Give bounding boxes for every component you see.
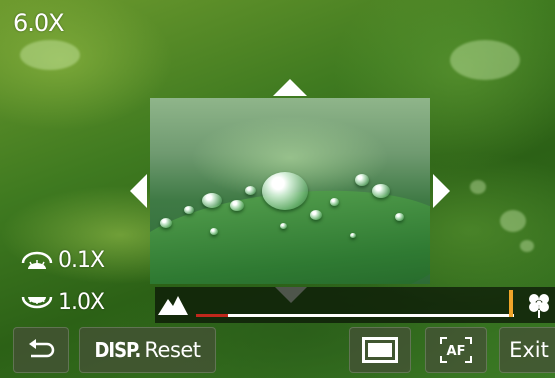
reset-button[interactable]: DISP. Reset: [79, 327, 216, 373]
magnification-icon: [21, 296, 53, 308]
frame-size-button[interactable]: [349, 327, 411, 373]
back-button[interactable]: [13, 327, 69, 373]
reset-label: Reset: [144, 338, 201, 362]
pan-up-arrow[interactable]: [273, 79, 307, 96]
pan-left-arrow[interactable]: [130, 174, 147, 208]
exit-button[interactable]: Exit: [499, 327, 555, 373]
return-icon: [29, 339, 55, 358]
zoom-level-readout: 6.0X: [13, 9, 65, 37]
magnification-value: 1.0X: [58, 290, 105, 315]
reduce-magnification-icon: [21, 251, 53, 269]
focus-track[interactable]: [196, 314, 514, 317]
focus-range-bar[interactable]: [155, 287, 555, 323]
magnification-reduce-row: 0.1X: [20, 248, 105, 273]
af-label: AF: [447, 344, 466, 359]
af-area-button[interactable]: AF: [425, 327, 487, 373]
focus-track-fill: [196, 314, 228, 317]
reduce-magnification-value: 0.1X: [58, 248, 105, 273]
magnified-preview[interactable]: [150, 98, 430, 284]
frame-size-icon: [362, 337, 398, 363]
macro-flower-icon: [529, 294, 549, 318]
magnification-row: 1.0X: [20, 290, 105, 315]
focus-position-marker[interactable]: [508, 290, 513, 317]
disp-label: DISP.: [94, 338, 141, 362]
mountain-icon: [158, 296, 188, 315]
pan-right-arrow[interactable]: [433, 174, 450, 208]
af-area-icon: AF: [440, 337, 472, 363]
